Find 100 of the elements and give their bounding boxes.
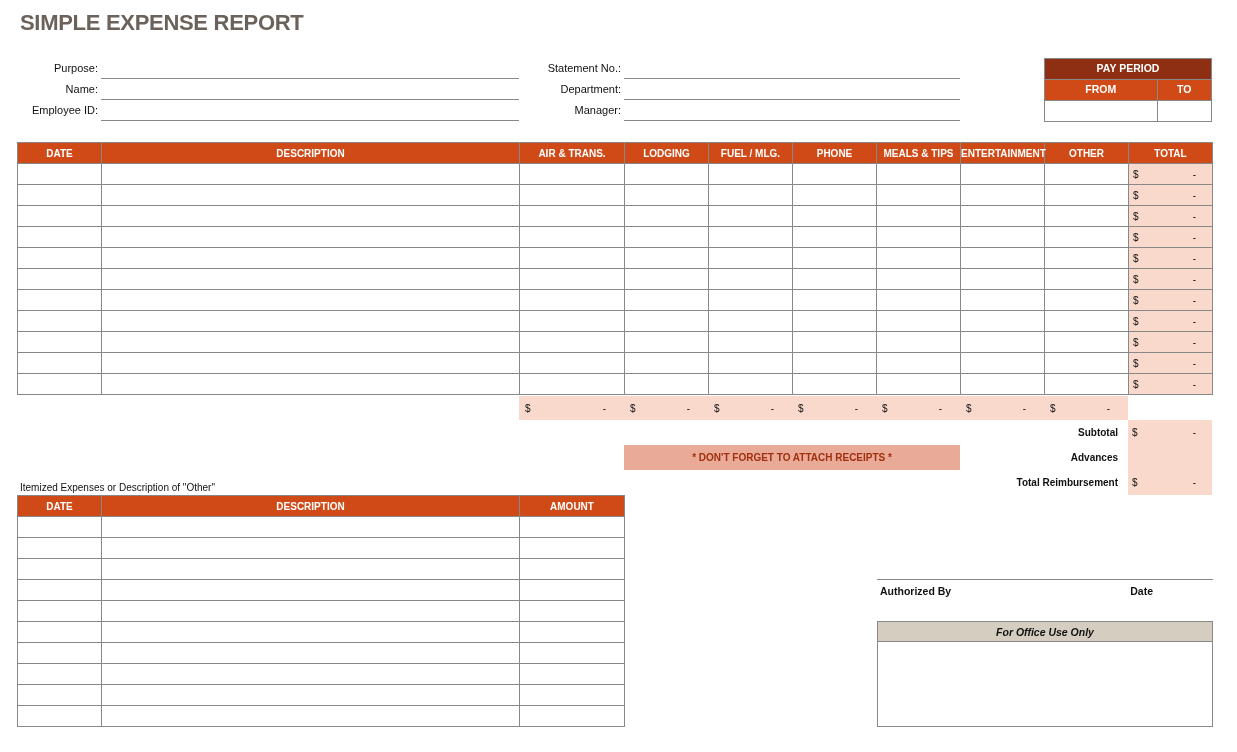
table-cell[interactable] — [876, 247, 961, 269]
table-cell[interactable] — [876, 289, 961, 311]
table-cell[interactable] — [519, 352, 625, 374]
table-cell[interactable] — [101, 705, 520, 727]
table-cell[interactable] — [1044, 163, 1129, 185]
table-cell[interactable] — [624, 247, 709, 269]
table-cell[interactable] — [17, 373, 102, 395]
table-cell[interactable] — [519, 684, 625, 706]
table-cell[interactable] — [101, 558, 520, 580]
table-cell[interactable] — [1044, 352, 1129, 374]
table-cell[interactable] — [876, 331, 961, 353]
table-cell[interactable] — [101, 184, 520, 206]
table-cell[interactable] — [17, 579, 102, 601]
table-cell[interactable] — [101, 537, 520, 559]
table-cell[interactable] — [17, 621, 102, 643]
table-cell[interactable] — [101, 621, 520, 643]
table-cell[interactable] — [624, 268, 709, 290]
table-cell[interactable] — [17, 684, 102, 706]
table-cell[interactable] — [792, 289, 877, 311]
table-cell[interactable] — [624, 205, 709, 227]
table-cell[interactable] — [519, 663, 625, 685]
table-cell[interactable] — [519, 226, 625, 248]
table-cell[interactable] — [708, 352, 793, 374]
table-cell[interactable] — [17, 247, 102, 269]
table-cell[interactable] — [101, 247, 520, 269]
table-cell[interactable] — [519, 642, 625, 664]
table-cell[interactable] — [1044, 100, 1158, 122]
table-cell[interactable] — [519, 205, 625, 227]
table-cell[interactable] — [519, 310, 625, 332]
table-cell[interactable] — [17, 516, 102, 538]
table-cell[interactable] — [17, 352, 102, 374]
table-cell[interactable] — [792, 184, 877, 206]
table-cell[interactable] — [17, 310, 102, 332]
table-cell[interactable] — [1044, 331, 1129, 353]
table-cell[interactable] — [960, 184, 1045, 206]
table-cell[interactable] — [960, 163, 1045, 185]
table-cell[interactable] — [624, 163, 709, 185]
table-cell[interactable] — [17, 642, 102, 664]
table-cell[interactable] — [792, 226, 877, 248]
table-cell[interactable] — [17, 184, 102, 206]
table-cell[interactable] — [876, 310, 961, 332]
table-cell[interactable] — [519, 331, 625, 353]
table-cell[interactable] — [519, 163, 625, 185]
table-cell[interactable] — [708, 289, 793, 311]
table-cell[interactable] — [17, 600, 102, 622]
table-cell[interactable] — [519, 621, 625, 643]
table-cell[interactable] — [101, 600, 520, 622]
table-cell[interactable] — [519, 184, 625, 206]
table-cell[interactable] — [624, 289, 709, 311]
table-cell[interactable] — [876, 163, 961, 185]
table-cell[interactable] — [960, 268, 1045, 290]
table-cell[interactable] — [624, 352, 709, 374]
table-cell[interactable] — [1044, 184, 1129, 206]
table-cell[interactable] — [960, 205, 1045, 227]
table-cell[interactable] — [519, 516, 625, 538]
table-cell[interactable] — [519, 373, 625, 395]
table-cell[interactable] — [624, 226, 709, 248]
table-cell[interactable] — [960, 289, 1045, 311]
table-cell[interactable] — [101, 289, 520, 311]
table-cell[interactable] — [519, 247, 625, 269]
table-cell[interactable] — [519, 558, 625, 580]
table-cell[interactable] — [792, 310, 877, 332]
table-cell[interactable] — [17, 205, 102, 227]
table-cell[interactable] — [519, 537, 625, 559]
table-cell[interactable] — [519, 705, 625, 727]
table-cell[interactable] — [1044, 289, 1129, 311]
table-cell[interactable] — [1044, 268, 1129, 290]
table-cell[interactable] — [876, 184, 961, 206]
table-cell[interactable] — [792, 331, 877, 353]
table-cell[interactable] — [960, 331, 1045, 353]
table-cell[interactable] — [1044, 247, 1129, 269]
table-cell[interactable] — [960, 373, 1045, 395]
table-cell[interactable] — [624, 331, 709, 353]
table-cell[interactable] — [101, 310, 520, 332]
table-cell[interactable] — [708, 373, 793, 395]
table-cell[interactable] — [519, 268, 625, 290]
table-cell[interactable] — [101, 663, 520, 685]
table-cell[interactable] — [708, 268, 793, 290]
table-cell[interactable] — [17, 268, 102, 290]
table-cell[interactable] — [624, 184, 709, 206]
table-cell[interactable] — [101, 163, 520, 185]
table-cell[interactable] — [1044, 373, 1129, 395]
table-cell[interactable] — [17, 331, 102, 353]
table-cell[interactable] — [876, 352, 961, 374]
table-cell[interactable] — [1044, 205, 1129, 227]
table-cell[interactable] — [792, 247, 877, 269]
table-cell[interactable] — [1044, 226, 1129, 248]
table-cell[interactable] — [624, 373, 709, 395]
table-cell[interactable] — [1044, 310, 1129, 332]
table-cell[interactable] — [519, 289, 625, 311]
table-cell[interactable] — [708, 226, 793, 248]
table-cell[interactable] — [101, 205, 520, 227]
table-cell[interactable] — [792, 205, 877, 227]
table-cell[interactable] — [876, 205, 961, 227]
table-cell[interactable] — [708, 310, 793, 332]
table-cell[interactable] — [101, 579, 520, 601]
table-cell[interactable] — [960, 352, 1045, 374]
table-cell[interactable] — [17, 163, 102, 185]
table-cell[interactable] — [101, 268, 520, 290]
table-cell[interactable] — [708, 331, 793, 353]
